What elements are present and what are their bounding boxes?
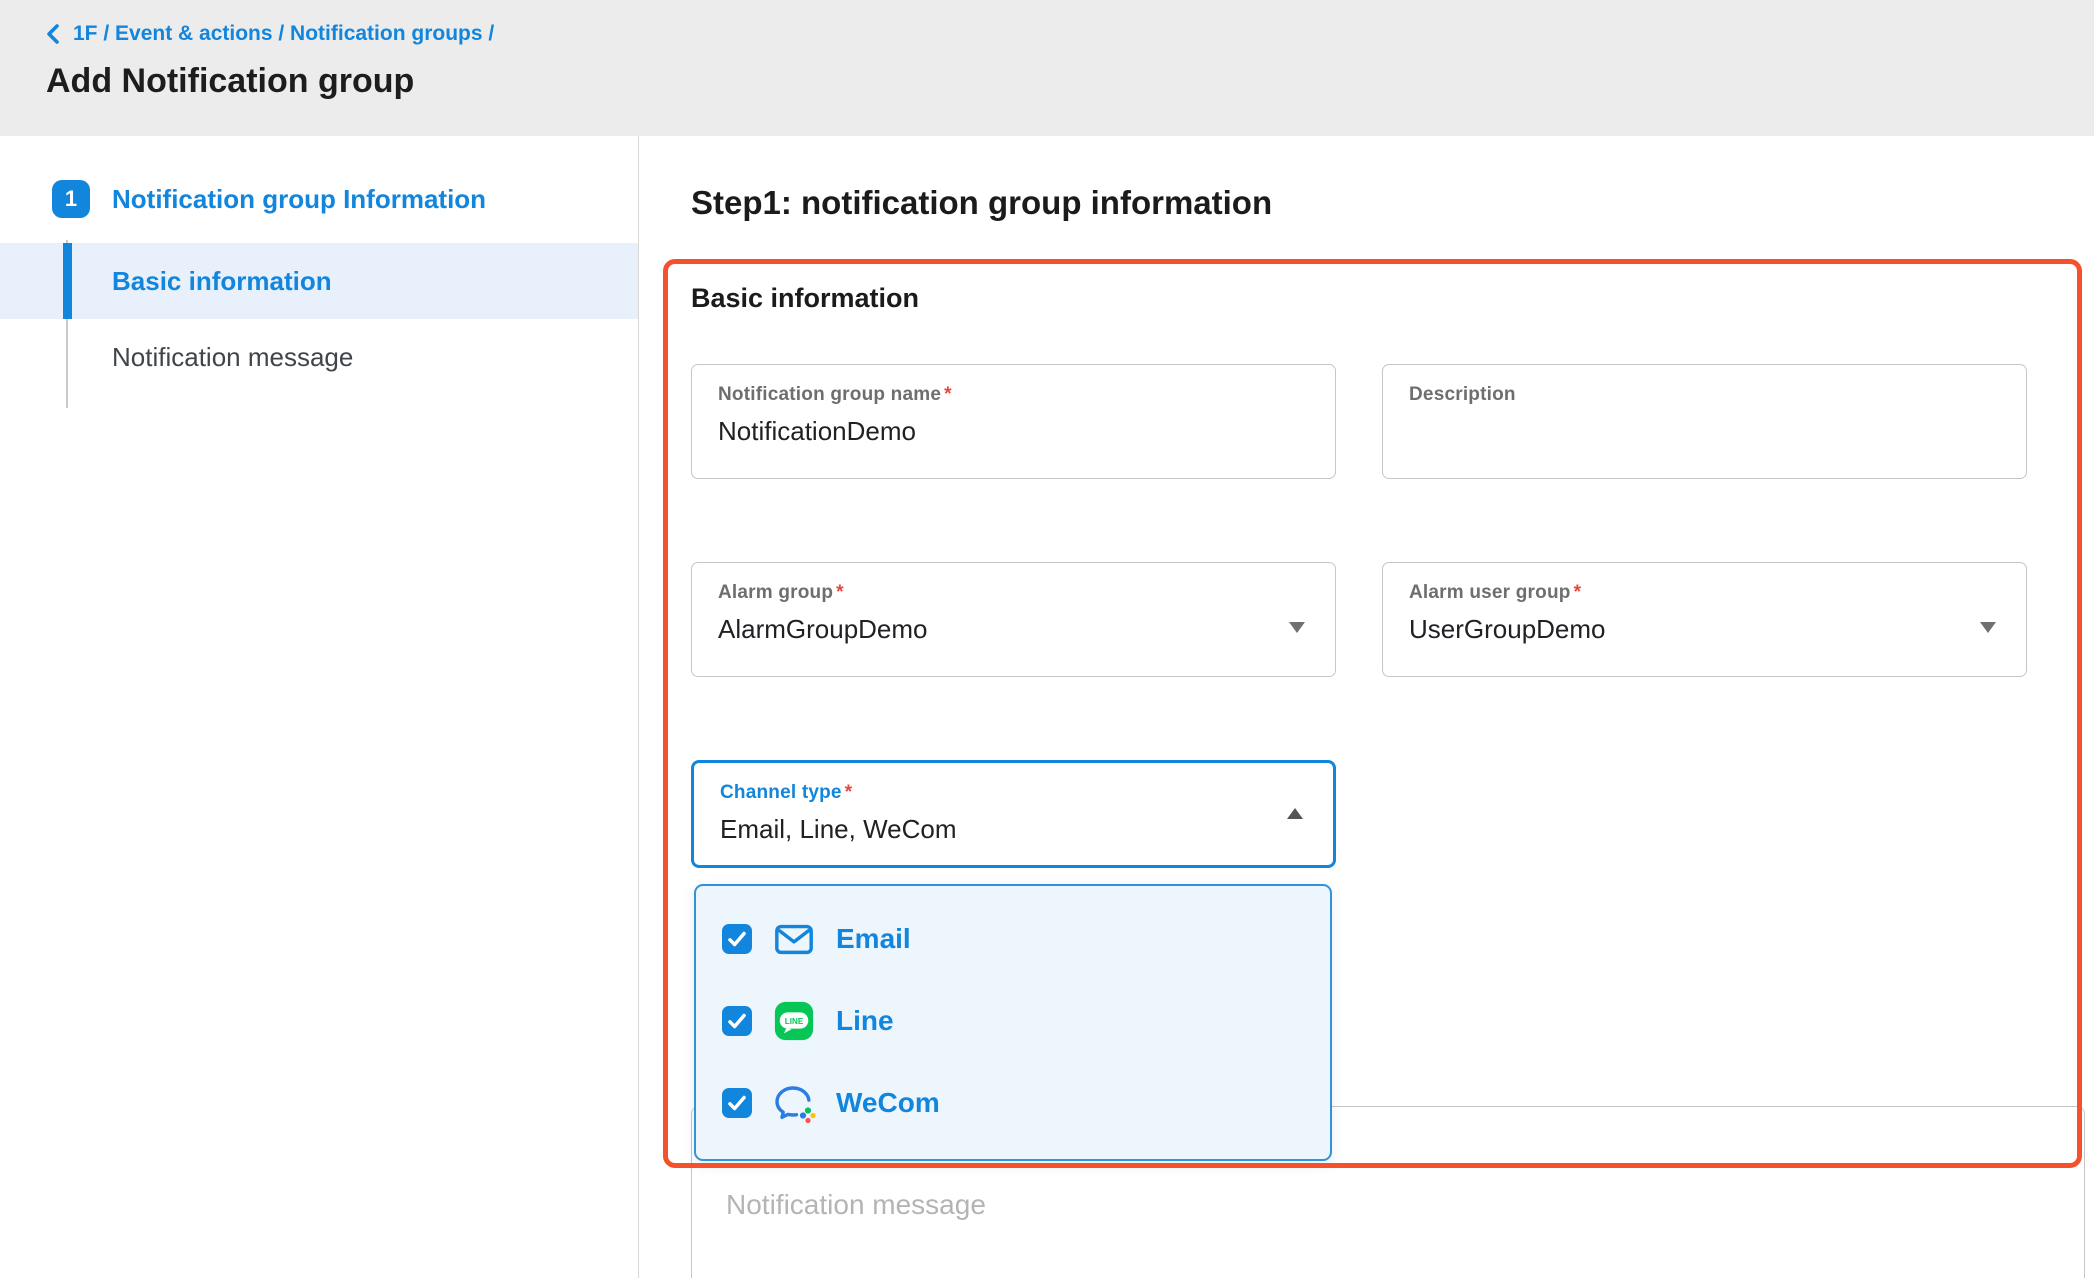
checkbox-email[interactable] — [722, 924, 752, 954]
alarm-group-select[interactable]: Alarm group* AlarmGroupDemo — [691, 562, 1336, 677]
active-indicator-bar — [63, 243, 72, 319]
notification-group-name-field[interactable]: Notification group name* NotificationDem… — [691, 364, 1336, 479]
email-icon — [772, 917, 816, 961]
page: 1F / Event & actions / Notification grou… — [0, 0, 2094, 1278]
chevron-down-icon — [1978, 621, 1998, 639]
field-label: Channel type* — [720, 782, 1307, 804]
section-heading: Basic information — [691, 283, 919, 314]
alarm-group-value: AlarmGroupDemo — [718, 614, 1309, 645]
page-title: Add Notification group — [46, 62, 414, 101]
channel-type-value: Email, Line, WeCom — [720, 814, 1307, 845]
notification-group-name-value: NotificationDemo — [718, 416, 1309, 447]
dropdown-option-wecom[interactable]: WeCom — [696, 1062, 1330, 1144]
field-label: Alarm user group* — [1409, 582, 2000, 604]
channel-type-dropdown: Email LINE Line — [694, 884, 1332, 1161]
chevron-left-icon — [44, 23, 64, 45]
field-label: Notification group name* — [718, 384, 1309, 406]
step-label: Notification group Information — [112, 184, 486, 215]
step-heading: Step1: notification group information — [691, 184, 1272, 222]
required-asterisk: * — [1574, 582, 1582, 603]
dropdown-option-email[interactable]: Email — [696, 898, 1330, 980]
option-label-wecom: WeCom — [836, 1087, 940, 1119]
required-asterisk: * — [944, 384, 952, 405]
sidebar: 1 Notification group Information Basic i… — [0, 136, 639, 1278]
page-header: 1F / Event & actions / Notification grou… — [0, 0, 2094, 136]
option-label-email: Email — [836, 923, 911, 955]
option-label-line: Line — [836, 1005, 894, 1037]
field-label: Alarm group* — [718, 582, 1309, 604]
sidebar-item-label: Basic information — [112, 266, 332, 297]
step-number-badge: 1 — [52, 180, 90, 218]
sidebar-step-1[interactable]: 1 Notification group Information — [52, 180, 486, 218]
alarm-user-group-value: UserGroupDemo — [1409, 614, 2000, 645]
textarea-placeholder: Notification message — [726, 1189, 986, 1221]
line-icon-text: LINE — [785, 1017, 804, 1026]
chevron-down-icon — [1287, 621, 1307, 639]
breadcrumb[interactable]: 1F / Event & actions / Notification grou… — [44, 22, 494, 46]
dropdown-option-line[interactable]: LINE Line — [696, 980, 1330, 1062]
wecom-icon — [772, 1081, 816, 1125]
line-icon: LINE — [772, 999, 816, 1043]
alarm-user-group-select[interactable]: Alarm user group* UserGroupDemo — [1382, 562, 2027, 677]
checkbox-wecom[interactable] — [722, 1088, 752, 1118]
breadcrumb-text: 1F / Event & actions / Notification grou… — [73, 22, 494, 46]
sidebar-item-notification-message[interactable]: Notification message — [0, 319, 638, 395]
channel-type-select[interactable]: Channel type* Email, Line, WeCom — [691, 760, 1336, 868]
chevron-up-icon — [1285, 807, 1305, 825]
required-asterisk: * — [845, 782, 853, 803]
checkbox-line[interactable] — [722, 1006, 752, 1036]
description-field[interactable]: Description — [1382, 364, 2027, 479]
sidebar-item-label: Notification message — [112, 342, 353, 373]
field-label: Description — [1409, 384, 2000, 406]
sidebar-item-basic-information[interactable]: Basic information — [0, 243, 638, 319]
required-asterisk: * — [836, 582, 844, 603]
